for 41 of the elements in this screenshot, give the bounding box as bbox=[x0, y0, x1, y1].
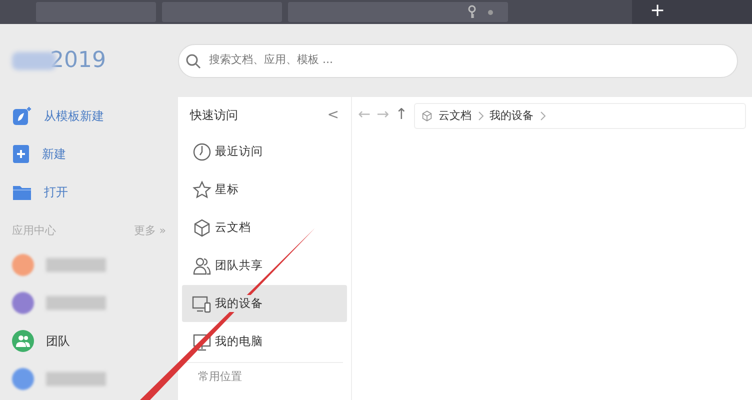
chevron-icon bbox=[540, 111, 546, 121]
breadcrumb-item[interactable]: 我的设备 bbox=[490, 108, 534, 124]
breadcrumb-item[interactable]: 云文档 bbox=[438, 108, 472, 124]
app-name[interactable]: 团队 bbox=[46, 332, 70, 350]
chevron-icon bbox=[478, 111, 484, 121]
devices-icon bbox=[192, 294, 212, 314]
clock-icon bbox=[192, 142, 212, 162]
app-logo: 2019 bbox=[50, 47, 106, 75]
blurred-app-name bbox=[46, 372, 106, 386]
collapse-button[interactable]: < bbox=[327, 104, 339, 126]
cube-icon bbox=[192, 218, 212, 238]
plus-document-icon bbox=[12, 144, 30, 164]
app-icon[interactable] bbox=[12, 368, 34, 390]
folder-icon bbox=[12, 183, 32, 201]
new-tab-button[interactable]: + bbox=[650, 0, 666, 21]
leaf-document-icon bbox=[12, 106, 32, 126]
app-icon[interactable] bbox=[12, 292, 34, 314]
blurred-app-name bbox=[46, 296, 106, 310]
app-icon[interactable] bbox=[12, 254, 34, 276]
sidebar-action[interactable]: 新建 bbox=[12, 135, 172, 173]
team-icon[interactable] bbox=[12, 330, 34, 352]
search-icon bbox=[185, 52, 201, 68]
star-icon bbox=[192, 180, 212, 200]
blurred-app-name bbox=[46, 258, 106, 272]
quick-access-item[interactable]: 星标 bbox=[182, 171, 347, 208]
sidebar-action[interactable]: 打开 bbox=[12, 173, 172, 211]
search-field[interactable]: 搜索文档、应用、模板 ... bbox=[207, 51, 731, 70]
sidebar-action[interactable]: 从模板新建 bbox=[12, 97, 172, 135]
quick-access-item[interactable]: 云文档 bbox=[182, 209, 347, 246]
section-title: 应用中心 bbox=[12, 223, 56, 239]
quick-access-item[interactable]: 我的设备 bbox=[182, 285, 347, 322]
quick-access-item[interactable]: 最近访问 bbox=[182, 133, 347, 170]
people-icon bbox=[192, 256, 212, 276]
section-title: 常用位置 bbox=[186, 362, 343, 386]
panel-title: 快速访问 bbox=[190, 107, 238, 124]
up-button[interactable]: ↑ bbox=[395, 103, 408, 126]
dot-icon bbox=[488, 10, 493, 14]
key-icon[interactable] bbox=[468, 5, 476, 19]
cube-icon bbox=[420, 110, 433, 122]
quick-access-item[interactable]: 团队共享 bbox=[182, 247, 347, 284]
search-bar[interactable]: 搜索文档、应用、模板 ... bbox=[178, 44, 738, 78]
